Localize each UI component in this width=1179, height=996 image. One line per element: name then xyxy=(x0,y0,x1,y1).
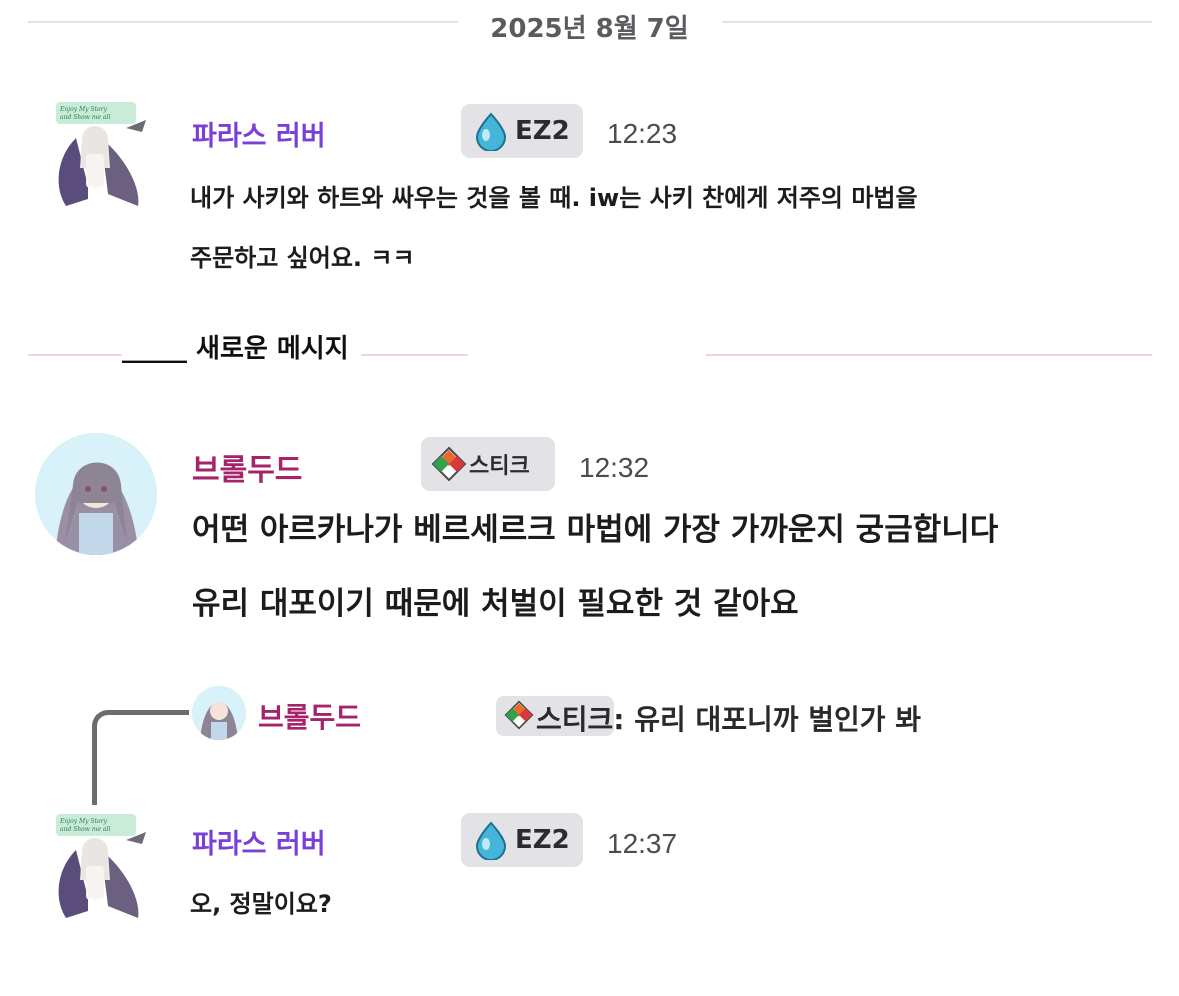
new-messages-label: _____ 새로운 메시지 xyxy=(122,328,361,365)
timestamp: 12:23 xyxy=(607,118,678,149)
date-divider: 2025년 8월 7일 xyxy=(0,8,1179,45)
message-line-1: 어떤 아르카나가 베르세르크 마법에 가장 가까운지 궁금합니다 xyxy=(192,512,999,548)
message-line-1: 내가 사키와 하트와 싸우는 것을 볼 때. iw는 사키 찬에게 저주의 마법… xyxy=(190,184,918,212)
reply-connector xyxy=(92,710,189,805)
role-badge[interactable]: 스티크 xyxy=(421,437,555,491)
reply-username[interactable]: 브롤두드 xyxy=(258,696,361,736)
water-drop-icon xyxy=(475,112,507,151)
reply-avatar[interactable] xyxy=(192,686,246,740)
role-badge[interactable]: EZ2 xyxy=(461,813,583,867)
timestamp: 12:32 xyxy=(579,452,650,483)
diamond-sticker-icon xyxy=(504,700,534,730)
avatar[interactable]: Enjoy My Story and Show me all xyxy=(46,810,154,928)
role-badge[interactable]: EZ2 xyxy=(461,104,583,158)
svg-text:Enjoy My Story: Enjoy My Story xyxy=(59,818,107,825)
username[interactable]: 파라스 러버 xyxy=(192,114,326,153)
avatar-anime-girl-icon xyxy=(35,433,157,555)
username[interactable]: 파라스 러버 xyxy=(192,822,326,861)
message-line-1: 오, 정말이요? xyxy=(190,890,332,918)
svg-text:and Show me all: and Show me all xyxy=(60,114,110,121)
badge-label: EZ2 xyxy=(515,825,570,855)
reply-preview[interactable]: 스티크: 유리 대포니까 벌인가 봐 xyxy=(536,698,921,738)
timestamp: 12:37 xyxy=(607,828,678,859)
new-messages-line-right xyxy=(706,354,1152,356)
diamond-sticker-icon xyxy=(431,446,467,482)
avatar-anime-girl-icon: Enjoy My Story and Show me all xyxy=(56,814,146,922)
avatar[interactable] xyxy=(35,433,157,555)
reply-text: : 유리 대포니까 벌인가 봐 xyxy=(613,703,922,736)
message-line-2: 유리 대포이기 때문에 처벌이 필요한 것 같아요 xyxy=(192,586,799,622)
avatar-anime-girl-icon xyxy=(192,686,246,740)
avatar-anime-girl-icon: Enjoy My Story and Show me all xyxy=(56,102,146,210)
water-drop-icon xyxy=(475,821,507,860)
message-line-2: 주문하고 싶어요. ㅋㅋ xyxy=(190,244,415,272)
svg-text:Enjoy My Story: Enjoy My Story xyxy=(59,106,107,113)
username[interactable]: 브롤두드 xyxy=(192,445,302,489)
avatar[interactable]: Enjoy My Story and Show me all xyxy=(46,98,154,216)
reply-badge-label: 스티크 xyxy=(536,703,614,736)
badge-label: 스티크 xyxy=(469,454,530,479)
badge-label: EZ2 xyxy=(515,116,570,146)
svg-text:and Show me all: and Show me all xyxy=(60,826,110,833)
date-divider-label: 2025년 8월 7일 xyxy=(468,14,711,44)
